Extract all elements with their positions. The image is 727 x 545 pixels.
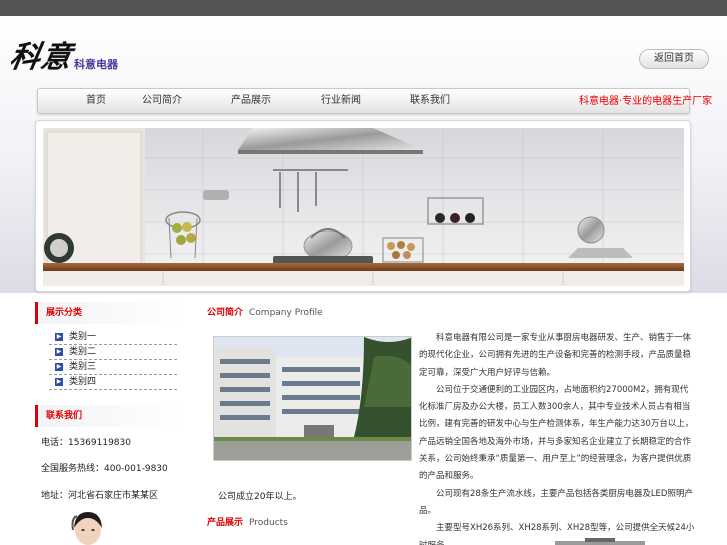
nav-contact[interactable]: 联系我们 (410, 89, 450, 113)
nav-home[interactable]: 首页 (83, 89, 109, 113)
contact-phone: 电话：15369119830 (41, 438, 131, 448)
kitchen-banner-image (43, 128, 684, 286)
profile-paragraph: 科意电器有限公司是一家专业从事厨房电器研发、生产、销售于一体的现代化企业，公司拥… (419, 333, 692, 378)
category-label: 类别四 (69, 377, 97, 387)
category-item[interactable]: ▶ 类别三 (49, 360, 177, 375)
company-profile-text: 科意电器有限公司是一家专业从事厨房电器研发、生产、销售于一体的现代化企业，公司拥… (419, 330, 695, 545)
company-building-photo (213, 336, 412, 461)
category-item[interactable]: ▶ 类别二 (49, 345, 177, 360)
nav-slogan: 科意电器·专业的电器生产厂家 (579, 96, 713, 107)
contact-address: 地址：河北省石家庄市某某区 (41, 491, 159, 501)
category-label: 类别三 (69, 362, 97, 372)
logo[interactable]: 科意 科意电器 (7, 40, 118, 76)
arrow-right-icon: ▶ (55, 333, 63, 341)
back-home-button[interactable]: 返回首页 (639, 49, 709, 69)
sidebar: 展示分类 ▶ 类别一 ▶ 类别二 ▶ 类别三 ▶ 类别四 联系我们 电话：153… (35, 300, 185, 545)
nav-company-profile[interactable]: 公司简介 (142, 89, 182, 113)
logo-mark: 科意 (7, 40, 76, 75)
nav-industry-news[interactable]: 行业新闻 (321, 89, 361, 113)
logo-text: 科意电器 (74, 58, 118, 71)
contact-hotline: 全国服务热线：400-001-9830 (41, 464, 168, 474)
arrow-right-icon: ▶ (55, 378, 63, 386)
profile-paragraph: 公司现有28条生产流水线，主要产品包括各类厨房电器及LED照明产品。 (419, 488, 693, 516)
main-content: 公司简介 Company Profile 科意电器有限公司是一家专业从事厨房电器研… (205, 300, 727, 545)
banner-frame (35, 120, 691, 292)
categories-heading: 展示分类 (35, 302, 185, 324)
profile-paragraph: 公司位于交通便利的工业园区内，占地面积约27000M2，拥有现代化标准厂房及办公… (419, 384, 694, 482)
company-profile-title-en: Company Profile (249, 308, 323, 318)
category-label: 类别二 (69, 347, 97, 357)
products-title-en: Products (249, 518, 288, 528)
category-label: 类别一 (69, 332, 97, 342)
arrow-right-icon: ▶ (55, 348, 63, 356)
top-bar (0, 0, 727, 16)
category-item[interactable]: ▶ 类别一 (49, 330, 177, 345)
contact-heading: 联系我们 (35, 405, 185, 427)
company-profile-title-cn: 公司简介 (207, 308, 244, 318)
company-profile-heading: 公司简介 Company Profile (207, 305, 323, 318)
founded-text: 公司成立20年以上。 (218, 492, 302, 502)
category-item[interactable]: ▶ 类别四 (49, 375, 177, 390)
nav-products[interactable]: 产品展示 (231, 89, 271, 113)
main-nav: 首页 公司简介 产品展示 行业新闻 联系我们 科意电器·专业的电器生产厂家 (37, 88, 712, 114)
product-thumbnail[interactable] (545, 536, 655, 545)
products-title-cn: 产品展示 (207, 518, 244, 528)
header: 科意 科意电器 返回首页 首页 公司简介 产品展示 行业新闻 联系我们 科意电器… (0, 16, 727, 293)
arrow-right-icon: ▶ (55, 363, 63, 371)
products-heading: 产品展示 Products (207, 515, 288, 528)
customer-service-avatar (63, 508, 113, 545)
